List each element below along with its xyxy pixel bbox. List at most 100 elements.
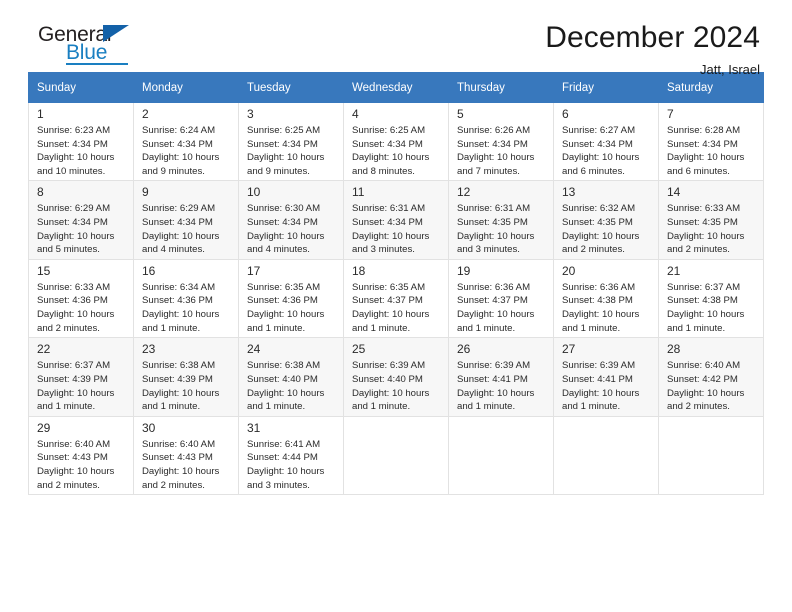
day-sun-details: Sunrise: 6:37 AM Sunset: 4:38 PM Daylight:… (667, 281, 757, 335)
calendar-day-cell[interactable]: 29 Sunrise: 6:40 AM Sunset: 4:43 PM Dayligh… (28, 415, 134, 496)
sunset-text: Sunset: 4:34 PM (37, 217, 108, 229)
day-cell-content: 4 Sunrise: 6:25 AM Sunset: 4:34 PM Daylight… (344, 103, 448, 180)
day-sun-details: Sunrise: 6:39 AM Sunset: 4:41 PM Daylight:… (562, 359, 652, 413)
calendar-day-cell[interactable]: 6 Sunrise: 6:27 AM Sunset: 4:34 PM Daylight… (553, 101, 659, 182)
day-sun-details: Sunrise: 6:38 AM Sunset: 4:39 PM Daylight:… (142, 359, 232, 413)
day-number: 26 (457, 342, 471, 357)
daylight-text-line2: and 1 minute. (142, 322, 201, 334)
calendar-day-cell[interactable]: 2 Sunrise: 6:24 AM Sunset: 4:34 PM Daylight… (133, 101, 239, 182)
day-number: 10 (247, 185, 261, 200)
daylight-text-line2: and 1 minute. (247, 401, 306, 413)
day-number: 27 (562, 342, 576, 357)
daylight-text-line1: Daylight: 10 hours (667, 387, 745, 399)
day-sun-details: Sunrise: 6:34 AM Sunset: 4:36 PM Daylight:… (142, 281, 232, 335)
calendar-day-cell[interactable]: 16 Sunrise: 6:34 AM Sunset: 4:36 PM Dayligh… (133, 258, 239, 339)
calendar-day-cell[interactable]: 30 Sunrise: 6:40 AM Sunset: 4:43 PM Dayligh… (133, 415, 239, 496)
calendar-day-cell[interactable]: 3 Sunrise: 6:25 AM Sunset: 4:34 PM Daylight… (238, 101, 344, 182)
calendar-day-cell[interactable]: 24 Sunrise: 6:38 AM Sunset: 4:40 PM Dayligh… (238, 337, 344, 417)
calendar-day-cell[interactable]: 27 Sunrise: 6:39 AM Sunset: 4:41 PM Dayligh… (553, 337, 659, 417)
calendar-day-cell[interactable]: 17 Sunrise: 6:35 AM Sunset: 4:36 PM Dayligh… (238, 258, 344, 339)
calendar-day-cell[interactable]: 11 Sunrise: 6:31 AM Sunset: 4:34 PM Dayligh… (343, 180, 449, 260)
day-sun-details: Sunrise: 6:40 AM Sunset: 4:43 PM Daylight:… (37, 438, 127, 492)
calendar-day-cell[interactable]: 31 Sunrise: 6:41 AM Sunset: 4:44 PM Dayligh… (238, 415, 344, 496)
day-number: 3 (247, 107, 254, 121)
calendar-day-cell[interactable]: 9 Sunrise: 6:29 AM Sunset: 4:34 PM Daylight… (133, 180, 239, 260)
sunset-text: Sunset: 4:36 PM (142, 295, 213, 307)
calendar-day-cell[interactable]: 7 Sunrise: 6:28 AM Sunset: 4:34 PM Daylight… (658, 101, 764, 182)
calendar-day-cell[interactable]: 21 Sunrise: 6:37 AM Sunset: 4:38 PM Dayligh… (658, 258, 764, 339)
calendar-day-cell[interactable]: 15 Sunrise: 6:33 AM Sunset: 4:36 PM Dayligh… (28, 258, 134, 339)
calendar-week-row: 29 Sunrise: 6:40 AM Sunset: 4:43 PM Dayligh… (28, 415, 764, 496)
day-sun-details: Sunrise: 6:35 AM Sunset: 4:36 PM Daylight:… (247, 281, 337, 335)
day-cell-content: 14 Sunrise: 6:33 AM Sunset: 4:35 PM Dayligh… (659, 181, 763, 258)
daylight-text-line2: and 3 minutes. (457, 244, 520, 256)
daylight-text-line1: Daylight: 10 hours (562, 230, 640, 242)
sunrise-text: Sunrise: 6:35 AM (352, 281, 426, 293)
daylight-text-line2: and 7 minutes. (457, 165, 520, 177)
calendar-week-row: 1 Sunrise: 6:23 AM Sunset: 4:34 PM Daylight… (28, 101, 764, 182)
day-cell-content: 18 Sunrise: 6:35 AM Sunset: 4:37 PM Dayligh… (344, 260, 448, 337)
day-number: 22 (37, 342, 51, 357)
day-cell-content: 11 Sunrise: 6:31 AM Sunset: 4:34 PM Dayligh… (344, 181, 448, 258)
calendar-day-cell[interactable]: 19 Sunrise: 6:36 AM Sunset: 4:37 PM Dayligh… (448, 258, 554, 339)
calendar-day-cell[interactable]: 14 Sunrise: 6:33 AM Sunset: 4:35 PM Dayligh… (658, 180, 764, 260)
daylight-text-line2: and 1 minute. (247, 322, 306, 334)
weekday-header-tuesday: Tuesday (238, 72, 344, 103)
sunset-text: Sunset: 4:44 PM (247, 452, 318, 464)
daylight-text-line1: Daylight: 10 hours (457, 230, 535, 242)
calendar-day-cell[interactable]: 20 Sunrise: 6:36 AM Sunset: 4:38 PM Dayligh… (553, 258, 659, 339)
calendar-day-cell[interactable]: 28 Sunrise: 6:40 AM Sunset: 4:42 PM Dayligh… (658, 337, 764, 417)
weekday-header-wednesday: Wednesday (343, 72, 449, 103)
sunrise-text: Sunrise: 6:24 AM (142, 125, 216, 136)
daylight-text-line2: and 2 minutes. (37, 479, 100, 491)
day-sun-details: Sunrise: 6:25 AM Sunset: 4:34 PM Daylight:… (247, 124, 337, 178)
day-number: 12 (457, 185, 471, 200)
calendar-day-cell[interactable]: 10 Sunrise: 6:30 AM Sunset: 4:34 PM Dayligh… (238, 180, 344, 260)
day-cell-content: 30 Sunrise: 6:40 AM Sunset: 4:43 PM Dayligh… (134, 417, 238, 494)
day-sun-details: Sunrise: 6:36 AM Sunset: 4:38 PM Daylight:… (562, 281, 652, 335)
calendar-day-cell[interactable]: 23 Sunrise: 6:38 AM Sunset: 4:39 PM Dayligh… (133, 337, 239, 417)
daylight-text-line1: Daylight: 10 hours (247, 465, 325, 477)
day-number: 9 (142, 185, 149, 200)
daylight-text-line2: and 1 minute. (352, 322, 411, 334)
daylight-text-line1: Daylight: 10 hours (352, 230, 430, 242)
daylight-text-line1: Daylight: 10 hours (37, 230, 115, 242)
calendar-day-cell[interactable]: 4 Sunrise: 6:25 AM Sunset: 4:34 PM Daylight… (343, 101, 449, 182)
sunset-text: Sunset: 4:40 PM (352, 373, 423, 385)
daylight-text-line1: Daylight: 10 hours (667, 152, 745, 164)
logo-triangle-icon (103, 25, 129, 42)
day-cell-content (344, 417, 448, 494)
day-sun-details: Sunrise: 6:40 AM Sunset: 4:42 PM Daylight:… (667, 359, 757, 413)
general-blue-logo: General Blue (28, 22, 148, 66)
calendar-day-cell[interactable]: 5 Sunrise: 6:26 AM Sunset: 4:34 PM Daylight… (448, 101, 554, 182)
calendar-day-cell[interactable]: 8 Sunrise: 6:29 AM Sunset: 4:34 PM Daylight… (28, 180, 134, 260)
daylight-text-line1: Daylight: 10 hours (562, 152, 640, 164)
day-sun-details: Sunrise: 6:31 AM Sunset: 4:34 PM Daylight:… (352, 202, 442, 256)
sunrise-text: Sunrise: 6:40 AM (142, 438, 216, 450)
daylight-text-line1: Daylight: 10 hours (37, 387, 115, 399)
sunset-text: Sunset: 4:37 PM (352, 295, 423, 307)
day-sun-details: Sunrise: 6:30 AM Sunset: 4:34 PM Daylight:… (247, 202, 337, 256)
sunset-text: Sunset: 4:40 PM (247, 373, 318, 385)
sunrise-text: Sunrise: 6:36 AM (562, 281, 636, 293)
day-cell-content: 26 Sunrise: 6:39 AM Sunset: 4:41 PM Dayligh… (449, 338, 553, 415)
sunrise-text: Sunrise: 6:33 AM (667, 203, 741, 215)
calendar-day-cell[interactable]: 25 Sunrise: 6:39 AM Sunset: 4:40 PM Dayligh… (343, 337, 449, 417)
calendar-day-cell[interactable]: 26 Sunrise: 6:39 AM Sunset: 4:41 PM Dayligh… (448, 337, 554, 417)
day-number: 21 (667, 263, 681, 278)
day-cell-content: 21 Sunrise: 6:37 AM Sunset: 4:38 PM Dayligh… (659, 260, 763, 337)
day-cell-content: 16 Sunrise: 6:34 AM Sunset: 4:36 PM Dayligh… (134, 260, 238, 337)
calendar-day-cell[interactable]: 1 Sunrise: 6:23 AM Sunset: 4:34 PM Daylight… (28, 101, 134, 182)
day-number: 6 (562, 107, 569, 121)
day-sun-details: Sunrise: 6:23 AM Sunset: 4:34 PM Daylight:… (37, 124, 127, 178)
calendar-day-cell[interactable]: 18 Sunrise: 6:35 AM Sunset: 4:37 PM Dayligh… (343, 258, 449, 339)
calendar-day-cell[interactable]: 22 Sunrise: 6:37 AM Sunset: 4:39 PM Dayligh… (28, 337, 134, 417)
day-cell-content: 23 Sunrise: 6:38 AM Sunset: 4:39 PM Dayligh… (134, 338, 238, 415)
calendar-day-cell[interactable]: 12 Sunrise: 6:31 AM Sunset: 4:35 PM Dayligh… (448, 180, 554, 260)
weekday-header-friday: Friday (553, 72, 659, 103)
day-number: 20 (562, 263, 576, 278)
daylight-text-line2: and 1 minute. (562, 322, 621, 334)
daylight-text-line2: and 1 minute. (142, 401, 201, 413)
day-cell-content: 19 Sunrise: 6:36 AM Sunset: 4:37 PM Dayligh… (449, 260, 553, 337)
calendar-day-cell[interactable]: 13 Sunrise: 6:32 AM Sunset: 4:35 PM Dayligh… (553, 180, 659, 260)
